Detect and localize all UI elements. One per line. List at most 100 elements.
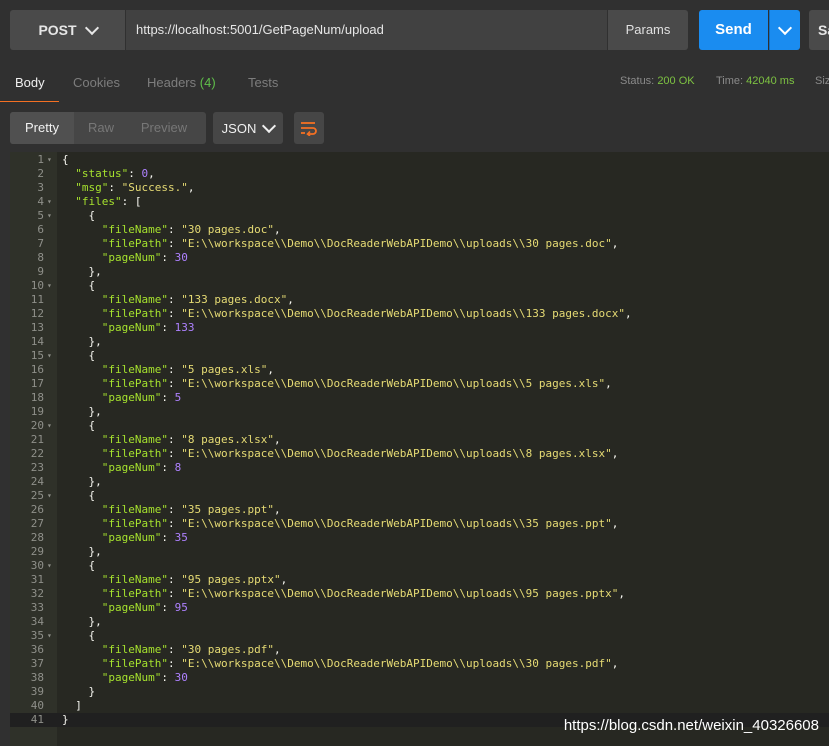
method-select[interactable]: POST [10, 10, 125, 50]
code-line: 39 } [10, 685, 829, 699]
url-input[interactable]: https://localhost:5001/GetPageNum/upload [126, 10, 607, 50]
code-text: }, [88, 405, 102, 418]
send-dropdown-button[interactable] [769, 10, 800, 50]
line-number: 3 [37, 181, 44, 194]
code-text: { [88, 209, 96, 222]
line-number: 25 [30, 489, 44, 502]
line-number: 1 [37, 153, 44, 166]
status-value: 200 OK [657, 75, 695, 87]
code-text: "filePath": "E:\\workspace\\Demo\\DocRea… [101, 237, 619, 250]
code-line: 32 "filePath": "E:\\workspace\\Demo\\Doc… [10, 587, 829, 601]
params-button[interactable]: Params [608, 10, 688, 50]
fold-arrow-icon[interactable]: ▾ [47, 349, 52, 363]
line-number: 17 [30, 377, 44, 390]
line-number: 11 [30, 293, 44, 306]
line-number: 8 [37, 251, 44, 264]
code-text: }, [88, 615, 102, 628]
code-text: "filePath": "E:\\workspace\\Demo\\DocRea… [101, 447, 619, 460]
tab-cookies[interactable]: Cookies [73, 64, 120, 102]
code-line: 19 }, [10, 405, 829, 419]
line-number: 6 [37, 223, 44, 236]
code-line: 22 "filePath": "E:\\workspace\\Demo\\Doc… [10, 447, 829, 461]
chevron-down-icon [84, 20, 99, 35]
raw-button[interactable]: Raw [74, 112, 128, 144]
wrap-lines-button[interactable] [294, 112, 324, 144]
code-line: 29 }, [10, 545, 829, 559]
code-line: 33 "pageNum": 95 [10, 601, 829, 615]
line-number: 31 [30, 573, 44, 586]
code-line: 1 ▾ { [10, 153, 829, 167]
code-line: 12 "filePath": "E:\\workspace\\Demo\\Doc… [10, 307, 829, 321]
code-line: 4 ▾ "files": [ [10, 195, 829, 209]
code-text: { [88, 629, 96, 642]
size-label: Siz [815, 75, 829, 87]
fold-arrow-icon[interactable]: ▾ [47, 153, 52, 167]
code-text: "filePath": "E:\\workspace\\Demo\\DocRea… [101, 307, 632, 320]
code-text: "filePath": "E:\\workspace\\Demo\\DocRea… [101, 657, 619, 670]
format-type-select[interactable]: JSON [213, 112, 283, 144]
code-line: 14 }, [10, 335, 829, 349]
fold-arrow-icon[interactable]: ▾ [47, 209, 52, 223]
status-readout: Status: 200 OK [620, 75, 695, 87]
code-text: "fileName": "95 pages.pptx", [101, 573, 288, 586]
line-number: 40 [30, 699, 44, 712]
line-number: 19 [30, 405, 44, 418]
code-text: "filePath": "E:\\workspace\\Demo\\DocRea… [101, 517, 619, 530]
fold-arrow-icon[interactable]: ▾ [47, 559, 52, 573]
code-line: 37 "filePath": "E:\\workspace\\Demo\\Doc… [10, 657, 829, 671]
code-line: 5 ▾ { [10, 209, 829, 223]
code-text: "pageNum": 8 [101, 461, 182, 474]
preview-button[interactable]: Preview [130, 112, 198, 144]
code-line: 21 "fileName": "8 pages.xlsx", [10, 433, 829, 447]
fold-arrow-icon[interactable]: ▾ [47, 419, 52, 433]
code-text: "msg": "Success.", [75, 181, 195, 194]
send-button[interactable]: Send [699, 10, 768, 50]
code-text: "pageNum": 95 [101, 601, 188, 614]
code-text: "files": [ [75, 195, 142, 208]
code-line: 30 ▾ { [10, 559, 829, 573]
line-number: 9 [37, 265, 44, 278]
code-line: 23 "pageNum": 8 [10, 461, 829, 475]
code-line: 9 }, [10, 265, 829, 279]
line-number: 13 [30, 321, 44, 334]
tab-tests[interactable]: Tests [248, 64, 278, 102]
tab-headers-label: Headers [147, 75, 197, 90]
line-number: 27 [30, 517, 44, 530]
line-number: 38 [30, 671, 44, 684]
code-text: "fileName": "35 pages.ppt", [101, 503, 281, 516]
code-line: 13 "pageNum": 133 [10, 321, 829, 335]
tab-headers[interactable]: Headers (4) [147, 64, 216, 102]
response-body-editor[interactable]: 1 ▾{2 "status": 0, 3 "msg": "Success.", 4 ▾ … [10, 152, 829, 746]
code-text: { [62, 153, 69, 166]
wrap-lines-icon [301, 122, 317, 136]
line-number: 5 [37, 209, 44, 222]
save-button[interactable]: Sa [809, 10, 829, 50]
code-text: } [88, 685, 96, 698]
line-number: 22 [30, 447, 44, 460]
code-text: "filePath": "E:\\workspace\\Demo\\DocRea… [101, 377, 612, 390]
code-text: }, [88, 475, 102, 488]
code-line: 2 "status": 0, [10, 167, 829, 181]
line-number: 29 [30, 545, 44, 558]
code-text: "pageNum": 35 [101, 531, 188, 544]
fold-arrow-icon[interactable]: ▾ [47, 489, 52, 503]
code-line: 40 ] [10, 699, 829, 713]
code-text: { [88, 559, 96, 572]
line-number: 28 [30, 531, 44, 544]
tab-body[interactable]: Body [0, 64, 59, 103]
line-number: 30 [30, 559, 44, 572]
fold-arrow-icon[interactable]: ▾ [47, 629, 52, 643]
code-text: }, [88, 335, 102, 348]
code-text: ] [75, 699, 82, 712]
line-number: 10 [30, 279, 44, 292]
code-text: "fileName": "30 pages.doc", [101, 223, 281, 236]
fold-arrow-icon[interactable]: ▾ [47, 195, 52, 209]
code-line: 26 "fileName": "35 pages.ppt", [10, 503, 829, 517]
code-text: }, [88, 265, 102, 278]
line-number: 33 [30, 601, 44, 614]
pretty-button[interactable]: Pretty [10, 112, 74, 144]
code-line: 20 ▾ { [10, 419, 829, 433]
fold-arrow-icon[interactable]: ▾ [47, 279, 52, 293]
headers-count-badge: (4) [199, 75, 216, 90]
code-line: 7 "filePath": "E:\\workspace\\Demo\\DocR… [10, 237, 829, 251]
